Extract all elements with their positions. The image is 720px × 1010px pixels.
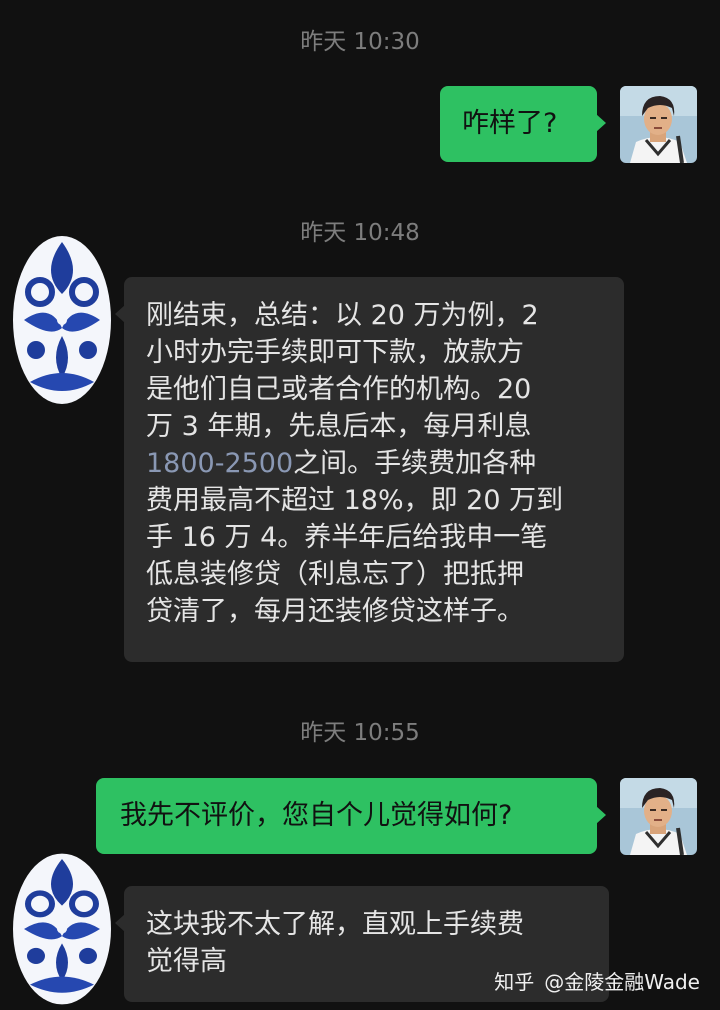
message-text: 我先不评价，您自个儿觉得如何? bbox=[120, 800, 513, 831]
phone-number-link[interactable]: 1800-2500 bbox=[146, 448, 293, 479]
blue-white-porcelain-icon bbox=[13, 236, 111, 404]
message-line: 这块我不太了解，直观上手续费 bbox=[146, 909, 524, 940]
message-line: 贷清了，每月还装修贷这样子。 bbox=[146, 596, 524, 627]
message-line: 1800-2500之间。手续费加各种 bbox=[146, 445, 602, 482]
other-avatar[interactable] bbox=[10, 850, 114, 1008]
message-line: 费用最高不超过 18%，即 20 万到 bbox=[146, 485, 564, 516]
watermark-author: @金陵金融Wade bbox=[544, 970, 700, 994]
message-line: 低息装修贷（利息忘了）把抵押 bbox=[146, 559, 524, 590]
message-line: 小时办完手续即可下款，放款方 bbox=[146, 337, 524, 368]
message-line: 刚结束，总结：以 20 万为例，2 bbox=[146, 300, 539, 331]
message-bubble-outgoing[interactable]: 咋样了? bbox=[440, 86, 606, 162]
timestamp: 昨天 10:55 bbox=[300, 720, 420, 746]
my-avatar[interactable] bbox=[620, 778, 697, 855]
blue-white-porcelain-icon bbox=[13, 853, 111, 1005]
message-line-text: 之间。手续费加各种 bbox=[293, 448, 537, 479]
message-text: 咋样了? bbox=[462, 108, 558, 139]
watermark-site: 知乎 bbox=[494, 970, 535, 994]
anime-man-icon bbox=[620, 778, 697, 855]
watermark: 知乎 @金陵金融Wade bbox=[494, 966, 700, 995]
message-bubble-outgoing[interactable]: 我先不评价，您自个儿觉得如何? bbox=[96, 778, 606, 854]
timestamp: 昨天 10:30 bbox=[300, 29, 420, 55]
message-line: 万 3 年期，先息后本，每月利息 bbox=[146, 411, 532, 442]
my-avatar[interactable] bbox=[620, 86, 697, 163]
message-line: 手 16 万 4。养半年后给我申一笔 bbox=[146, 522, 548, 553]
anime-man-icon bbox=[620, 86, 697, 163]
other-avatar[interactable] bbox=[10, 232, 114, 408]
message-bubble-incoming[interactable]: 刚结束，总结：以 20 万为例，2 小时办完手续即可下款，放款方 是他们自己或者… bbox=[115, 277, 624, 662]
message-line: 是他们自己或者合作的机构。20 bbox=[146, 374, 532, 405]
